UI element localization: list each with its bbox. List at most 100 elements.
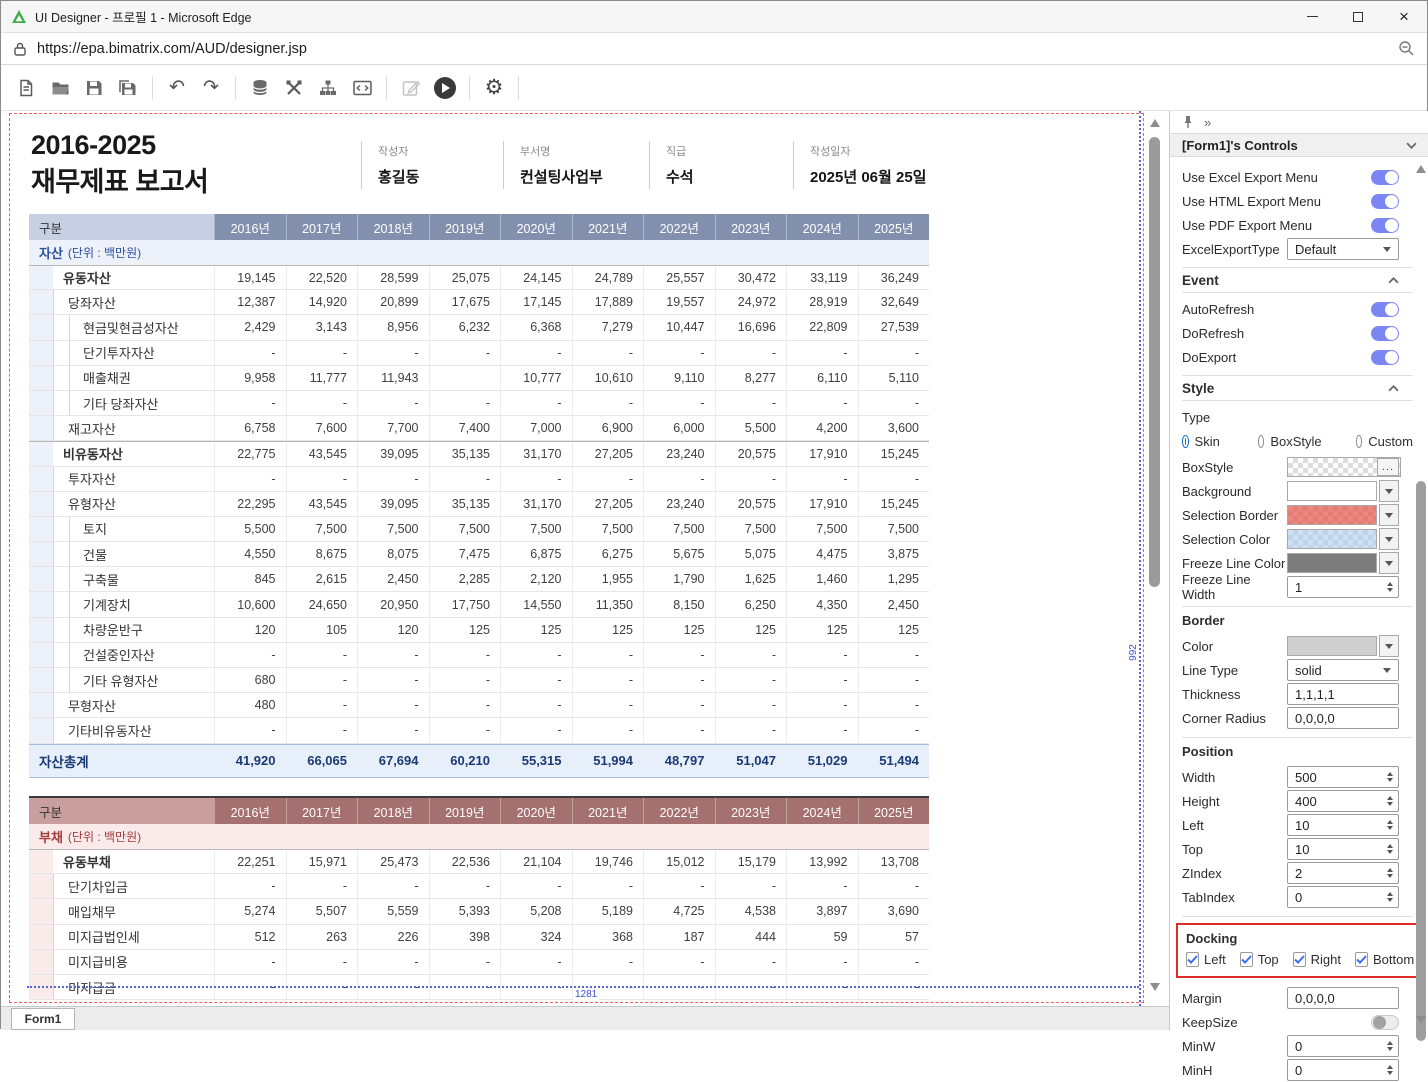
- panel-scrollbar[interactable]: [1415, 161, 1427, 1028]
- spinner-arrows[interactable]: [1387, 796, 1398, 807]
- spinner-arrows[interactable]: [1387, 820, 1398, 831]
- row-label-cell: 미지급법인세: [53, 925, 214, 949]
- minh-input[interactable]: 0: [1287, 1059, 1399, 1081]
- selection-border-dropdown-button[interactable]: [1379, 504, 1399, 526]
- save-icon[interactable]: [78, 73, 110, 103]
- spinner-arrows[interactable]: [1387, 844, 1398, 855]
- background-swatch[interactable]: [1287, 481, 1377, 501]
- value-cell: -: [858, 391, 930, 415]
- excel-export-type-select[interactable]: Default: [1287, 238, 1399, 260]
- code-editor-icon[interactable]: [346, 73, 378, 103]
- settings-gear-icon[interactable]: ⚙: [478, 73, 510, 103]
- value-cell: -: [429, 874, 501, 898]
- line-type-select[interactable]: solid: [1287, 659, 1399, 681]
- database-icon[interactable]: [244, 73, 276, 103]
- chevron-up-icon[interactable]: [1388, 277, 1399, 284]
- maximize-button[interactable]: [1335, 1, 1381, 32]
- undo-icon[interactable]: ↶: [161, 73, 193, 103]
- spinner-arrows[interactable]: [1387, 772, 1398, 783]
- table-row: 유형자산22,29543,54539,09535,13531,17027,205…: [29, 492, 929, 517]
- scrollbar-thumb[interactable]: [1416, 481, 1426, 1041]
- toggle-dorefresh[interactable]: [1371, 326, 1399, 341]
- row-label-cell: 매입채무: [53, 899, 214, 923]
- value-cell: -: [858, 341, 930, 365]
- property-row-height: Height 400: [1182, 789, 1413, 813]
- left-input[interactable]: 10: [1287, 814, 1399, 836]
- value-cell: 21,104: [500, 850, 572, 873]
- minw-input[interactable]: 0: [1287, 1035, 1399, 1057]
- toggle-pdf-export[interactable]: [1371, 218, 1399, 233]
- section-event[interactable]: Event: [1182, 267, 1413, 293]
- url-input[interactable]: https://epa.bimatrix.com/AUD/designer.js…: [37, 41, 1388, 57]
- row-gutter: [29, 391, 53, 415]
- checkbox-dock-right[interactable]: [1293, 952, 1306, 967]
- freeze-line-color-swatch[interactable]: [1287, 553, 1377, 573]
- freeze-line-width-input[interactable]: 1: [1287, 576, 1399, 598]
- spinner-arrows[interactable]: [1387, 1065, 1398, 1076]
- chevron-down-icon[interactable]: [1406, 142, 1417, 149]
- spinner-arrows[interactable]: [1387, 1041, 1398, 1052]
- scroll-down-arrow-icon[interactable]: [1416, 1016, 1426, 1024]
- value-cell: 2,450: [858, 592, 930, 616]
- width-input[interactable]: 500: [1287, 766, 1399, 788]
- save-as-icon[interactable]: [112, 73, 144, 103]
- checkbox-dock-left[interactable]: [1186, 952, 1199, 967]
- scroll-up-arrow-icon[interactable]: [1416, 165, 1426, 173]
- canvas-scrollbar[interactable]: [1147, 111, 1163, 1006]
- toggle-excel-export[interactable]: [1371, 170, 1399, 185]
- selection-color-dropdown-button[interactable]: [1379, 528, 1399, 550]
- spinner-arrows[interactable]: [1387, 582, 1398, 593]
- radio-custom[interactable]: [1356, 435, 1363, 448]
- scroll-up-arrow-icon[interactable]: [1150, 119, 1160, 127]
- hierarchy-icon[interactable]: [312, 73, 344, 103]
- minimize-button[interactable]: [1289, 1, 1335, 32]
- checkbox-dock-top[interactable]: [1240, 952, 1253, 967]
- tabindex-input[interactable]: 0: [1287, 886, 1399, 908]
- value-cell: 59: [786, 925, 858, 949]
- zindex-input[interactable]: 2: [1287, 862, 1399, 884]
- checkbox-dock-bottom[interactable]: [1355, 952, 1368, 967]
- scrollbar-thumb[interactable]: [1149, 137, 1160, 587]
- scroll-down-arrow-icon[interactable]: [1150, 983, 1160, 991]
- radio-boxstyle[interactable]: [1258, 435, 1265, 448]
- value-cell: 1,460: [786, 567, 858, 591]
- spinner-arrows[interactable]: [1387, 892, 1398, 903]
- top-input[interactable]: 10: [1287, 838, 1399, 860]
- pin-icon[interactable]: [1182, 115, 1194, 129]
- freeze-line-color-dropdown-button[interactable]: [1379, 552, 1399, 574]
- border-color-dropdown-button[interactable]: [1379, 635, 1399, 657]
- toggle-doexport[interactable]: [1371, 350, 1399, 365]
- collapse-panel-icon[interactable]: »: [1204, 115, 1211, 130]
- tab-form1[interactable]: Form1: [11, 1008, 75, 1030]
- height-input[interactable]: 400: [1287, 790, 1399, 812]
- run-icon[interactable]: [429, 73, 461, 103]
- radio-skin[interactable]: [1182, 435, 1189, 448]
- background-dropdown-button[interactable]: [1379, 480, 1399, 502]
- selection-color-swatch[interactable]: [1287, 529, 1377, 549]
- value-cell: 35,135: [429, 492, 501, 516]
- value-cell: 7,279: [572, 315, 644, 339]
- selection-border-swatch[interactable]: [1287, 505, 1377, 525]
- boxstyle-more-button[interactable]: ...: [1377, 458, 1399, 476]
- border-color-swatch[interactable]: [1287, 636, 1377, 656]
- chevron-up-icon[interactable]: [1388, 385, 1399, 392]
- table-row: 투자자산----------: [29, 467, 929, 492]
- toggle-keepsize[interactable]: [1371, 1015, 1399, 1030]
- new-document-icon[interactable]: [10, 73, 42, 103]
- toggle-autorefresh[interactable]: [1371, 302, 1399, 317]
- toggle-html-export[interactable]: [1371, 194, 1399, 209]
- panel-header[interactable]: [Form1]'s Controls: [1170, 133, 1428, 157]
- redo-icon[interactable]: ↷: [195, 73, 227, 103]
- margin-input[interactable]: 0,0,0,0: [1287, 987, 1399, 1009]
- thickness-input[interactable]: 1,1,1,1: [1287, 683, 1399, 705]
- spinner-arrows[interactable]: [1387, 868, 1398, 879]
- value-cell: 845: [214, 567, 286, 591]
- corner-radius-input[interactable]: 0,0,0,0: [1287, 707, 1399, 729]
- query-tools-icon[interactable]: [278, 73, 310, 103]
- value-cell: 2,120: [500, 567, 572, 591]
- design-canvas[interactable]: 2016-2025 재무제표 보고서 작성자 홍길동 부서명 컨설팅사업부 직급…: [1, 111, 1169, 1006]
- zoom-out-icon[interactable]: [1398, 40, 1415, 57]
- section-style[interactable]: Style: [1182, 375, 1413, 401]
- open-folder-icon[interactable]: [44, 73, 76, 103]
- close-button[interactable]: ×: [1381, 1, 1427, 32]
